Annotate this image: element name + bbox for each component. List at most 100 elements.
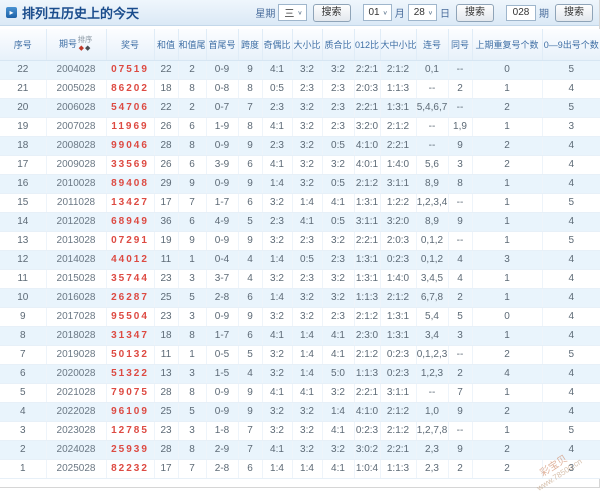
cell-repeat-count: 1 xyxy=(472,79,542,98)
month-select-value: 01 xyxy=(369,7,380,18)
cell-big-mid-small: 1:2:2 xyxy=(380,193,416,212)
cell-odd-even: 2:3 xyxy=(262,136,292,155)
day-select[interactable]: 28 ∨ xyxy=(408,4,437,21)
cell-span: 9 xyxy=(238,60,262,79)
cell-big-mid-small: 3:2:0 xyxy=(380,212,416,231)
cell-prize-number: 07291 xyxy=(106,231,154,250)
date-search-button[interactable]: 搜索 xyxy=(456,4,494,22)
cell-big-mid-small: 0:2:3 xyxy=(380,345,416,364)
issue-input[interactable] xyxy=(506,5,536,21)
issue-sort-control[interactable]: 排序 ◆◆ xyxy=(77,36,93,53)
cell-issue: 2021028 xyxy=(46,383,106,402)
cell-big-small: 3:2 xyxy=(292,174,322,193)
cell-prime-composite: 3:2 xyxy=(322,288,354,307)
cell-span: 6 xyxy=(238,193,262,212)
cell-012: 1:1:3 xyxy=(354,364,380,383)
cell-repeat-count: 2 xyxy=(472,98,542,117)
cell-prime-composite: 3:2 xyxy=(322,155,354,174)
cell-big-small: 1:4 xyxy=(292,364,322,383)
table-row: 9 2017028 95504 23 3 0-9 9 3:2 3:2 2:3 2… xyxy=(0,307,600,326)
cell-012: 3:1:1 xyxy=(354,212,380,231)
table-row: 1 2025028 82232 17 7 2-8 6 1:4 1:4 4:1 1… xyxy=(0,459,600,478)
cell-sum-tail: 7 xyxy=(178,193,206,212)
cell-span: 6 xyxy=(238,326,262,345)
cell-first-last: 1-8 xyxy=(206,421,238,440)
cell-same: 3 xyxy=(448,155,472,174)
cell-prime-composite: 4:1 xyxy=(322,326,354,345)
cell-consecutive: 0,1,2,3 xyxy=(416,345,448,364)
cell-digit-count: 4 xyxy=(542,174,600,193)
cell-sum-tail: 8 xyxy=(178,440,206,459)
sort-desc-icon[interactable]: ◆ xyxy=(85,45,91,52)
cell-big-small: 3:2 xyxy=(292,117,322,136)
cell-012: 1:1:3 xyxy=(354,288,380,307)
cell-big-mid-small: 3:1:1 xyxy=(380,174,416,193)
week-search-button[interactable]: 搜索 xyxy=(313,4,351,22)
cell-same: 2 xyxy=(448,288,472,307)
cell-issue: 2017028 xyxy=(46,307,106,326)
cell-consecutive: 5,4,6,7 xyxy=(416,98,448,117)
cell-prize-number: 11969 xyxy=(106,117,154,136)
cell-prime-composite: 4:1 xyxy=(322,421,354,440)
cell-span: 7 xyxy=(238,440,262,459)
month-select[interactable]: 01 ∨ xyxy=(363,4,392,21)
cell-prize-number: 44012 xyxy=(106,250,154,269)
cell-prime-composite: 2:3 xyxy=(322,98,354,117)
cell-odd-even: 3:2 xyxy=(262,307,292,326)
cell-consecutive: 0,1 xyxy=(416,60,448,79)
cell-span: 7 xyxy=(238,421,262,440)
cell-prime-composite: 3:2 xyxy=(322,231,354,250)
cell-serial: 9 xyxy=(0,307,46,326)
cell-big-small: 4:1 xyxy=(292,383,322,402)
cell-big-small: 2:3 xyxy=(292,269,322,288)
issue-search-button[interactable]: 搜索 xyxy=(555,4,593,22)
cell-digit-count: 5 xyxy=(542,98,600,117)
cell-same: 9 xyxy=(448,212,472,231)
col-first-last: 首尾号 xyxy=(206,29,238,60)
cell-sum: 28 xyxy=(154,136,178,155)
col-odd-even: 奇偶比 xyxy=(262,29,292,60)
cell-odd-even: 2:3 xyxy=(262,212,292,231)
cell-span: 4 xyxy=(238,364,262,383)
cell-first-last: 1-5 xyxy=(206,364,238,383)
cell-sum-tail: 5 xyxy=(178,402,206,421)
cell-digit-count: 3 xyxy=(542,459,600,478)
table-row: 17 2009028 33569 26 6 3-9 6 4:1 3:2 3:2 … xyxy=(0,155,600,174)
cell-big-mid-small: 1:4:0 xyxy=(380,155,416,174)
cell-first-last: 3-7 xyxy=(206,269,238,288)
cell-consecutive: 1,0 xyxy=(416,402,448,421)
cell-issue: 2018028 xyxy=(46,326,106,345)
cell-repeat-count: 2 xyxy=(472,136,542,155)
cell-prime-composite: 4:1 xyxy=(322,193,354,212)
cell-issue: 2015028 xyxy=(46,269,106,288)
week-select[interactable]: 三 ∨ xyxy=(278,4,306,21)
cell-sum-tail: 6 xyxy=(178,155,206,174)
cell-012: 3:2:0 xyxy=(354,117,380,136)
cell-sum-tail: 3 xyxy=(178,364,206,383)
col-issue: 期号 排序 ◆◆ xyxy=(46,29,106,60)
cell-sum-tail: 1 xyxy=(178,250,206,269)
cell-prize-number: 33569 xyxy=(106,155,154,174)
cell-same: -- xyxy=(448,345,472,364)
cell-big-mid-small: 2:1:2 xyxy=(380,402,416,421)
cell-span: 9 xyxy=(238,383,262,402)
cell-digit-count: 4 xyxy=(542,383,600,402)
cell-repeat-count: 1 xyxy=(472,383,542,402)
cell-consecutive: 6,7,8 xyxy=(416,288,448,307)
history-table: 序号 期号 排序 ◆◆ 奖号 和值 和值尾 首尾号 跨度 奇偶比 大小比 xyxy=(0,29,600,479)
cell-digit-count: 3 xyxy=(542,117,600,136)
cell-first-last: 0-9 xyxy=(206,307,238,326)
cell-odd-even: 3:2 xyxy=(262,269,292,288)
cell-first-last: 0-8 xyxy=(206,79,238,98)
cell-big-mid-small: 2:2:1 xyxy=(380,440,416,459)
cell-prize-number: 50132 xyxy=(106,345,154,364)
cell-big-mid-small: 2:0:3 xyxy=(380,231,416,250)
cell-serial: 4 xyxy=(0,402,46,421)
cell-issue: 2011028 xyxy=(46,193,106,212)
cell-big-small: 1:4 xyxy=(292,345,322,364)
cell-consecutive: 5,6 xyxy=(416,155,448,174)
cell-serial: 1 xyxy=(0,459,46,478)
cell-repeat-count: 0 xyxy=(472,60,542,79)
cell-sum-tail: 2 xyxy=(178,60,206,79)
cell-odd-even: 3:2 xyxy=(262,193,292,212)
